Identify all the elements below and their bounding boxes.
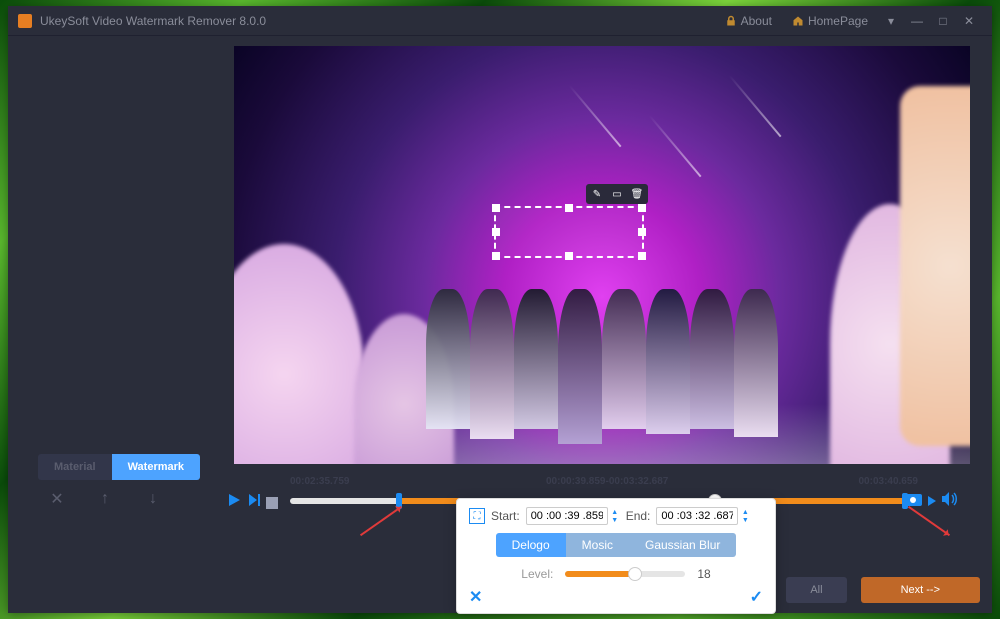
- bottom-bar: All Next -->: [786, 577, 980, 603]
- app-title: UkeySoft Video Watermark Remover 8.0.0: [40, 14, 266, 28]
- decor: [569, 85, 622, 148]
- spin-down[interactable]: ▼: [740, 516, 750, 524]
- resize-handle[interactable]: [492, 252, 500, 260]
- level-label: Level:: [521, 567, 553, 581]
- play-button[interactable]: [226, 492, 242, 513]
- smallplay-icon[interactable]: [928, 493, 936, 511]
- start-input[interactable]: [526, 507, 608, 525]
- spin-up[interactable]: ▲: [610, 508, 620, 516]
- resize-handle[interactable]: [638, 204, 646, 212]
- end-input[interactable]: [656, 507, 738, 525]
- move-up-button[interactable]: ↑: [96, 490, 114, 508]
- decor: [900, 86, 970, 446]
- decor: [234, 244, 364, 464]
- titlebar: UkeySoft Video Watermark Remover 8.0.0 A…: [8, 6, 992, 36]
- trash-icon[interactable]: 🗑: [629, 187, 645, 201]
- dropdown-icon[interactable]: ▾: [878, 11, 904, 31]
- watermark-selection[interactable]: [494, 206, 644, 258]
- end-label: End:: [626, 509, 651, 523]
- resize-handle[interactable]: [492, 228, 500, 236]
- timeline-time-left: 00:02:35.759: [290, 476, 350, 487]
- watermark-settings-popup: ⛶ Start: ▲ ▼ End: ▲ ▼ Delogo Mosic Gauss…: [456, 498, 776, 614]
- next-button[interactable]: Next -->: [861, 577, 980, 603]
- about-label: About: [741, 14, 772, 28]
- level-value: 18: [697, 567, 710, 581]
- resize-handle[interactable]: [638, 228, 646, 236]
- resize-handle[interactable]: [492, 204, 500, 212]
- homepage-label: HomePage: [808, 14, 868, 28]
- stop-button[interactable]: [266, 497, 278, 509]
- homepage-link[interactable]: HomePage: [792, 14, 868, 28]
- confirm-button[interactable]: ✓: [750, 587, 763, 607]
- edit-icon[interactable]: ✎: [589, 187, 605, 201]
- start-label: Start:: [491, 509, 520, 523]
- annotation-arrow: [360, 506, 402, 536]
- popup-footer: ✕ ✓: [469, 587, 763, 607]
- mode-mosic[interactable]: Mosic: [566, 533, 629, 557]
- delete-button[interactable]: ✕: [48, 490, 66, 508]
- expand-icon[interactable]: ⛶: [469, 508, 485, 524]
- tab-material[interactable]: Material: [38, 454, 112, 480]
- decor: [729, 75, 782, 138]
- move-down-button[interactable]: ↓: [144, 490, 162, 508]
- maximize-button[interactable]: □: [930, 11, 956, 31]
- sidebar-tabs: Material Watermark: [38, 454, 200, 480]
- spin-down[interactable]: ▼: [610, 516, 620, 524]
- timeline-time-right: 00:03:40.659: [859, 476, 919, 487]
- app-logo-icon: [18, 14, 32, 28]
- minimize-button[interactable]: —: [904, 11, 930, 31]
- about-link[interactable]: About: [725, 14, 772, 28]
- decor: [649, 115, 702, 178]
- slider-fill: [565, 571, 631, 577]
- cancel-button[interactable]: ✕: [469, 587, 482, 607]
- resize-handle[interactable]: [565, 252, 573, 260]
- mode-tabs: Delogo Mosic Gaussian Blur: [496, 533, 737, 557]
- start-spinner: ▲ ▼: [610, 508, 620, 524]
- playback-controls: [226, 492, 278, 513]
- all-button[interactable]: All: [786, 577, 846, 603]
- spin-up[interactable]: ▲: [740, 508, 750, 516]
- mode-gaussian[interactable]: Gaussian Blur: [629, 533, 736, 557]
- app-window: UkeySoft Video Watermark Remover 8.0.0 A…: [8, 6, 992, 613]
- sidebar-actions: ✕ ↑ ↓: [48, 490, 162, 508]
- frame-icon[interactable]: ▭: [609, 187, 625, 201]
- close-button[interactable]: ✕: [956, 11, 982, 31]
- volume-icon[interactable]: [942, 492, 958, 511]
- decor: [426, 289, 778, 444]
- step-button[interactable]: [246, 492, 262, 513]
- end-spinner: ▲ ▼: [740, 508, 750, 524]
- resize-handle[interactable]: [638, 252, 646, 260]
- level-row: Level: 18: [469, 567, 763, 581]
- home-icon: [792, 15, 804, 27]
- mode-delogo[interactable]: Delogo: [496, 533, 566, 557]
- selection-toolbar: ✎ ▭ 🗑: [586, 184, 648, 204]
- sidebar: Material Watermark ✕ ↑ ↓: [8, 36, 234, 613]
- level-slider[interactable]: [565, 571, 685, 577]
- lock-icon: [725, 15, 737, 27]
- resize-handle[interactable]: [565, 204, 573, 212]
- slider-handle[interactable]: [628, 567, 642, 581]
- video-preview[interactable]: ✎ ▭ 🗑: [234, 46, 970, 464]
- timeline-time-range: 00:00:39.859-00:03:32.687: [546, 476, 668, 487]
- time-row: ⛶ Start: ▲ ▼ End: ▲ ▼: [469, 507, 763, 525]
- tab-watermark[interactable]: Watermark: [112, 454, 200, 480]
